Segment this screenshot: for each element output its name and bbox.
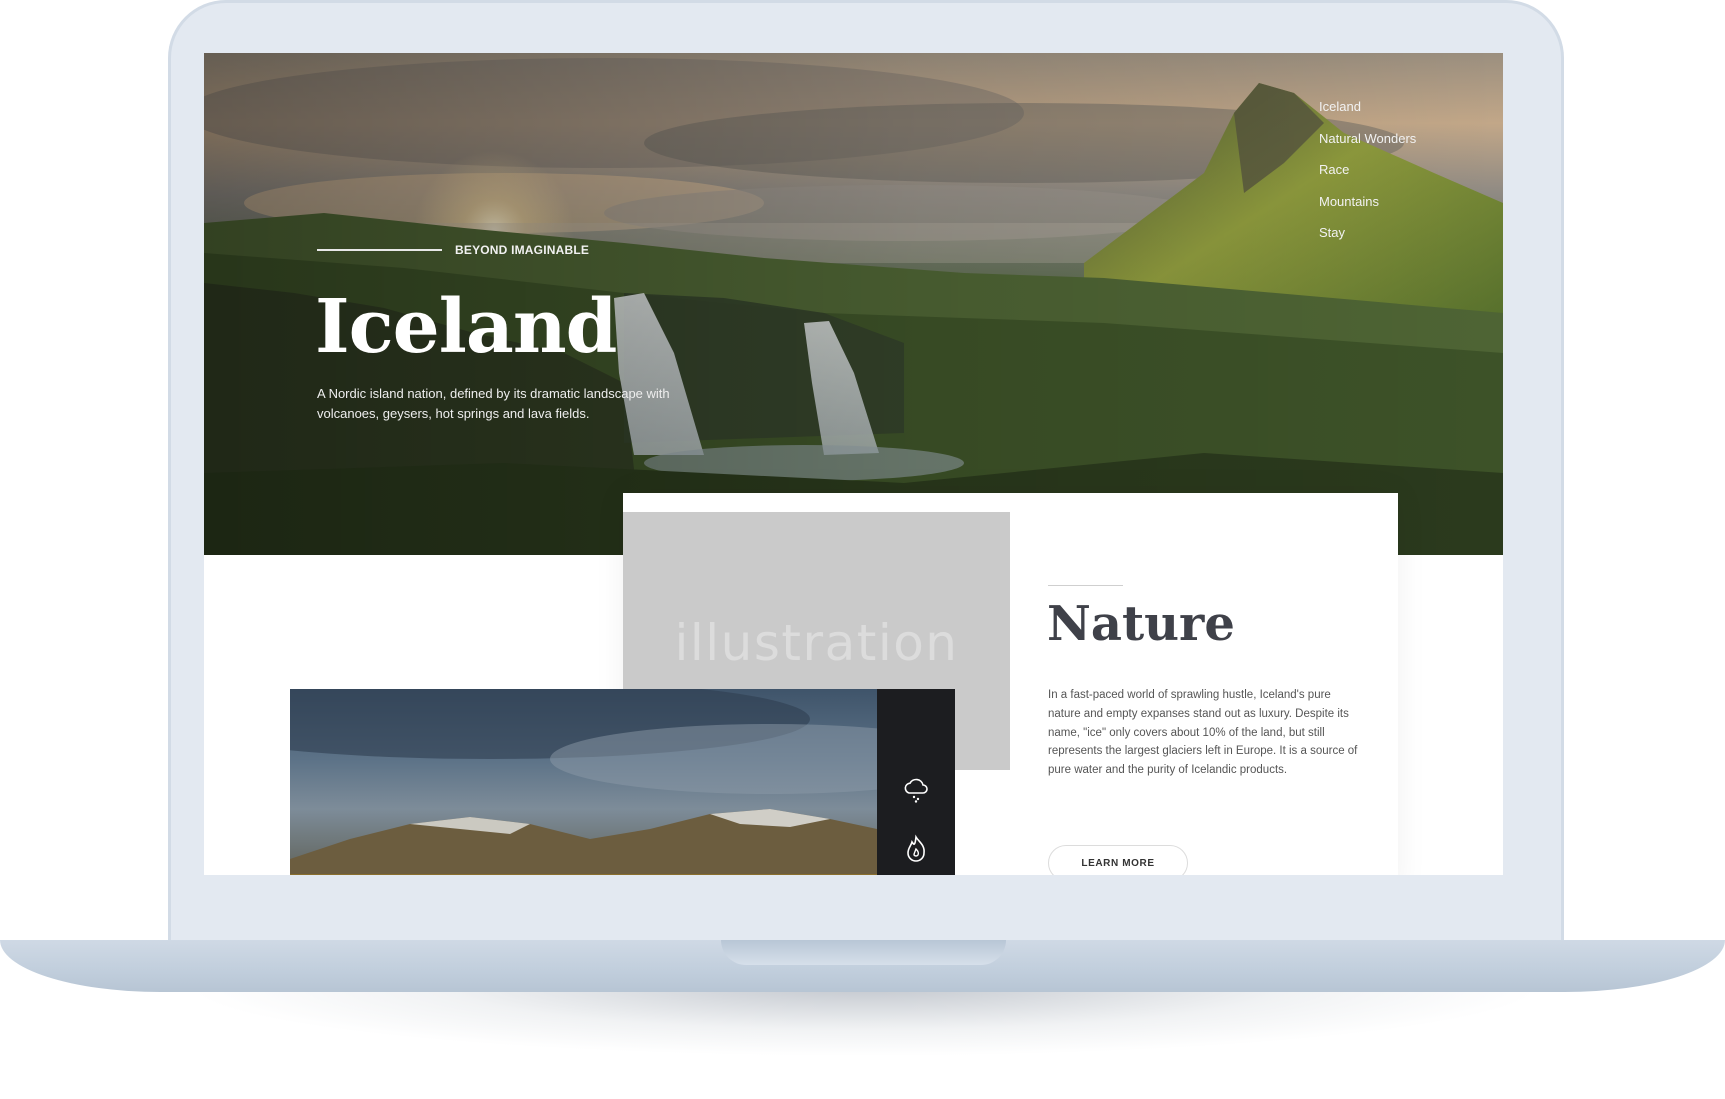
photo-sidebar	[877, 689, 955, 875]
main-nav: Iceland Natural Wonders Race Mountains S…	[1319, 99, 1416, 257]
tagline-row: BEYOND IMAGINABLE	[317, 243, 589, 257]
laptop-shadow	[200, 985, 1530, 1055]
hero-tagline: BEYOND IMAGINABLE	[455, 243, 590, 257]
nav-item-iceland[interactable]: Iceland	[1319, 99, 1416, 131]
fire-icon[interactable]	[901, 834, 931, 864]
cloud-snow-icon[interactable]	[901, 775, 931, 805]
laptop-notch	[721, 940, 1006, 965]
learn-more-button[interactable]: LEARN MORE	[1048, 845, 1188, 875]
hero-description: A Nordic island nation, defined by its d…	[317, 386, 670, 421]
nature-divider	[1048, 585, 1123, 586]
nav-item-mountains[interactable]: Mountains	[1319, 194, 1416, 226]
mountain-photo-image	[290, 689, 877, 875]
mountain-photo	[290, 689, 877, 875]
hero-title: Iceland	[315, 284, 617, 370]
tagline-divider	[317, 249, 442, 251]
laptop-screen: BEYOND IMAGINABLE Iceland A Nordic islan…	[204, 53, 1503, 875]
nature-text: In a fast-paced world of sprawling hustl…	[1048, 689, 1358, 777]
nav-item-stay[interactable]: Stay	[1319, 225, 1416, 257]
hero-section: BEYOND IMAGINABLE Iceland A Nordic islan…	[204, 53, 1503, 555]
illustration-label: illustration	[674, 614, 959, 672]
nature-title: Nature	[1047, 596, 1235, 652]
nav-item-race[interactable]: Race	[1319, 162, 1416, 194]
nav-item-natural-wonders[interactable]: Natural Wonders	[1319, 131, 1416, 163]
